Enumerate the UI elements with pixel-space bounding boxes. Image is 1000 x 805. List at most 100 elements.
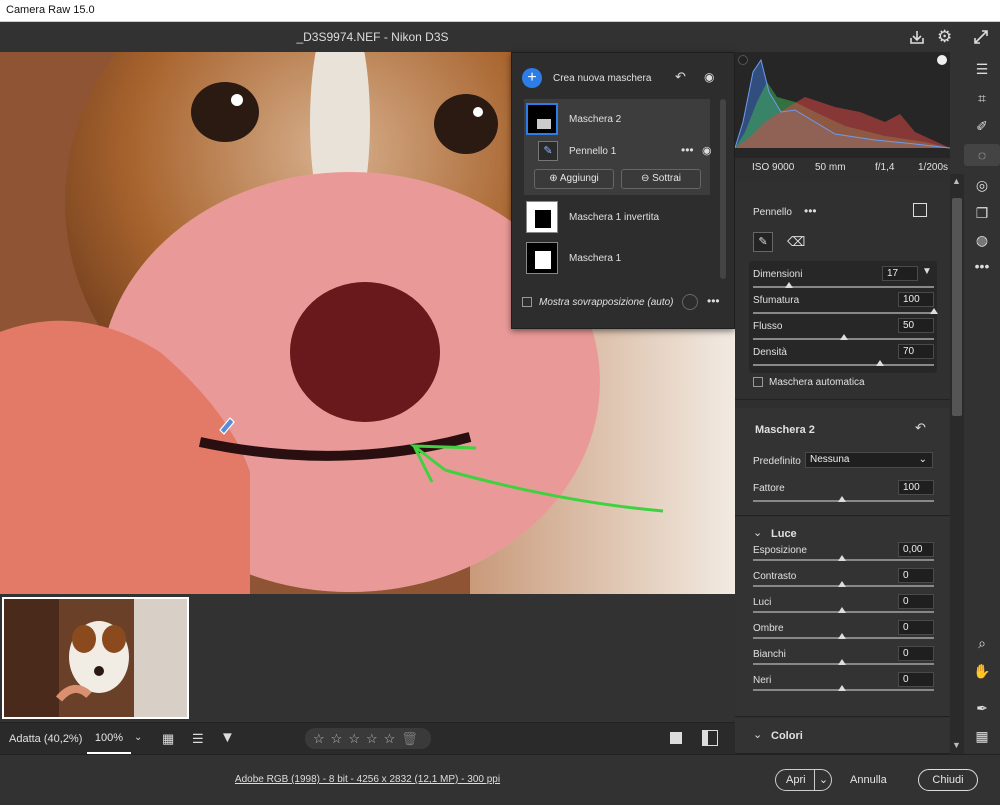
brush-eye-icon[interactable]: ◉ (702, 144, 712, 157)
star-icon[interactable]: ☆ (384, 728, 396, 749)
done-button[interactable]: Chiudi (918, 769, 978, 791)
star-icon[interactable]: ☆ (366, 728, 378, 749)
open-dropdown-icon[interactable]: ⌄ (814, 770, 832, 790)
zoom-100-button[interactable]: 100% (87, 723, 131, 754)
grid-icon[interactable]: ▦ (964, 725, 1000, 747)
overlay-checkbox[interactable] (522, 297, 532, 307)
masking-icon[interactable]: ◌ (964, 144, 1000, 166)
colors-title[interactable]: Colori (771, 730, 803, 742)
light-knob[interactable] (838, 555, 846, 561)
brush-more-icon[interactable]: ••• (804, 204, 817, 218)
light-knob[interactable] (838, 659, 846, 665)
star-icon[interactable]: ☆ (348, 728, 360, 749)
brush1-label[interactable]: Pennello 1 (569, 146, 616, 157)
mask-item-mask1-inverted[interactable]: Maschera 1 invertita (524, 199, 710, 237)
mask2-reset-icon[interactable]: ↶ (915, 420, 926, 436)
trash-icon[interactable]: 🗑 (401, 728, 418, 749)
reset-icon[interactable]: ↶ (675, 69, 686, 85)
light-value-field[interactable]: 0,00 (898, 542, 934, 557)
light-knob[interactable] (838, 581, 846, 587)
automask-checkbox[interactable] (753, 377, 763, 387)
density-knob[interactable] (875, 360, 884, 366)
light-value-field[interactable]: 0 (898, 646, 934, 661)
panel-scrollbar[interactable] (720, 99, 726, 279)
hand-icon[interactable]: ✋ (964, 660, 1000, 682)
scroll-down-icon[interactable]: ▼ (952, 740, 961, 750)
colors-collapse-icon[interactable]: ⌄ (753, 728, 762, 741)
light-value-field[interactable]: 0 (898, 672, 934, 687)
brush-settings-icon[interactable] (913, 203, 927, 217)
light-knob[interactable] (838, 685, 846, 691)
light-title[interactable]: Luce (771, 528, 797, 540)
clipping-shadows-icon[interactable] (738, 55, 748, 65)
cancel-button[interactable]: Annulla (850, 774, 887, 786)
preset-dropdown[interactable]: Nessuna ⌄ (805, 452, 933, 468)
filter-icon[interactable]: ▼ (220, 729, 235, 746)
add-button[interactable]: ⊕ Aggiungi (534, 169, 614, 189)
size-knob[interactable] (785, 282, 794, 288)
add-mask-icon[interactable]: + (522, 68, 542, 88)
crop-icon[interactable]: ⌗ (964, 87, 1000, 109)
light-value-field[interactable]: 0 (898, 620, 934, 635)
healing-icon[interactable]: ✐ (964, 115, 1000, 137)
density-slider[interactable] (753, 364, 934, 366)
snapshots-icon[interactable]: ❐ (964, 202, 1000, 224)
feather-knob[interactable] (930, 308, 938, 314)
amount-knob[interactable] (838, 496, 846, 502)
redeye-icon[interactable]: ◎ (964, 174, 1000, 196)
exif-focal: 50 mm (815, 162, 846, 173)
size-slider[interactable] (753, 286, 934, 288)
amount-field[interactable]: 100 (898, 480, 934, 495)
open-button[interactable]: Apri ⌄ (775, 769, 832, 791)
density-label: Densità (753, 347, 787, 358)
right-panel-scrollbar[interactable]: ▲ ▼ (950, 174, 964, 754)
subtract-button[interactable]: ⊖ Sottrai (621, 169, 701, 189)
before-after-icon[interactable] (702, 730, 718, 746)
zoom-icon[interactable]: ⌕ (964, 632, 1000, 654)
feather-slider[interactable] (753, 312, 934, 314)
zoom-fit-label[interactable]: Adatta (40,2%) (9, 733, 82, 745)
automask-label[interactable]: Maschera automatica (769, 377, 865, 388)
star-icon[interactable]: ☆ (331, 728, 343, 749)
workflow-options-link[interactable]: Adobe RGB (1998) - 8 bit - 4256 x 2832 (… (0, 774, 735, 785)
scroll-up-icon[interactable]: ▲ (952, 176, 961, 186)
flow-field[interactable]: 50 (898, 318, 934, 333)
more-icon[interactable]: ••• (681, 143, 694, 157)
compare-view-icon[interactable]: ▦ (162, 731, 174, 747)
overlay-color-swatch[interactable] (682, 294, 698, 310)
save-icon[interactable] (908, 28, 926, 46)
feather-field[interactable]: 100 (898, 292, 934, 307)
eyedropper-icon[interactable]: ✒ (964, 697, 1000, 719)
eye-icon[interactable]: ◉ (704, 70, 714, 84)
gear-icon[interactable]: ⚙ (937, 27, 957, 47)
edit-sliders-icon[interactable]: ☰ (964, 58, 1000, 80)
sort-icon[interactable]: ☰ (192, 731, 204, 747)
mask-item-mask2[interactable]: Maschera 2 ✎ Pennello 1 ••• ◉ ⊕ Aggiungi… (524, 99, 712, 195)
overlay-more-icon[interactable]: ••• (707, 294, 720, 308)
more-tools-icon[interactable]: ••• (964, 255, 1000, 277)
size-field[interactable]: 17 (882, 266, 918, 281)
brush-tool-icon[interactable]: ✎ (753, 232, 773, 252)
rating-stars[interactable]: ☆ ☆ ☆ ☆ ☆ 🗑 (305, 728, 431, 749)
mask-item-mask1[interactable]: Maschera 1 (524, 240, 710, 278)
create-mask-label[interactable]: Crea nuova maschera (553, 73, 651, 84)
star-icon[interactable]: ☆ (313, 728, 325, 749)
density-field[interactable]: 70 (898, 344, 934, 359)
scroll-thumb[interactable] (952, 198, 962, 416)
fullscreen-icon[interactable] (972, 28, 990, 46)
exif-iso: ISO 9000 (752, 162, 795, 173)
overlay-label[interactable]: Mostra sovrapposizione (auto) (539, 297, 674, 308)
light-collapse-icon[interactable]: ⌄ (753, 526, 762, 539)
zoom-dropdown-icon[interactable]: ⌄ (134, 732, 142, 743)
size-dropdown-icon[interactable]: ▼ (922, 266, 932, 277)
flow-knob[interactable] (839, 334, 848, 340)
light-value-field[interactable]: 0 (898, 594, 934, 609)
clipping-highlights-icon[interactable] (937, 55, 947, 65)
presets-icon[interactable]: ◍ (964, 229, 1000, 251)
single-view-icon[interactable] (670, 732, 682, 744)
filmstrip-thumbnail[interactable] (2, 597, 189, 719)
light-knob[interactable] (838, 607, 846, 613)
eraser-icon[interactable]: ⌫ (787, 234, 805, 250)
light-knob[interactable] (838, 633, 846, 639)
light-value-field[interactable]: 0 (898, 568, 934, 583)
